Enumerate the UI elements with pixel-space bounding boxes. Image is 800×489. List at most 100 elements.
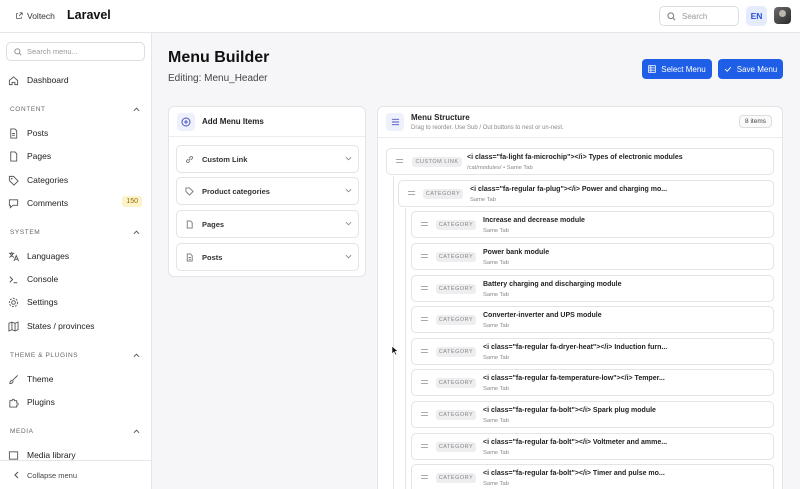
- sidebar-item-settings[interactable]: Settings: [8, 295, 146, 309]
- drag-handle-icon[interactable]: [421, 475, 428, 481]
- chevron-up-icon: [133, 107, 140, 112]
- user-avatar[interactable]: [774, 7, 791, 24]
- menu-node[interactable]: CATEGORY <i class="fa-regular fa-bolt"><…: [411, 464, 774, 489]
- save-menu-button[interactable]: Save Menu: [718, 59, 783, 79]
- nest-guide-level-1: [393, 176, 394, 489]
- menu-node[interactable]: CATEGORY Power bank module Same Tab: [411, 243, 774, 270]
- accordion-pages[interactable]: Pages: [176, 210, 359, 238]
- drag-handle-icon[interactable]: [421, 286, 428, 292]
- image-icon: [8, 450, 19, 461]
- drag-handle-icon[interactable]: [396, 159, 403, 165]
- sidebar-item-plugins[interactable]: Plugins: [8, 395, 146, 409]
- sidebar-item-label: Console: [27, 274, 59, 284]
- drag-handle-icon[interactable]: [421, 380, 428, 386]
- node-type-badge: CATEGORY: [436, 473, 476, 483]
- node-meta: Same Tab: [483, 450, 509, 456]
- language-button[interactable]: EN: [746, 6, 767, 26]
- node-label: <i class="fa-regular fa-temperature-low"…: [483, 375, 665, 382]
- search-icon: [14, 47, 22, 56]
- drag-handle-icon[interactable]: [421, 349, 428, 355]
- node-type-badge: CATEGORY: [436, 378, 476, 388]
- tag-icon: [8, 175, 19, 186]
- sidebar-item-label: States / provinces: [27, 321, 95, 331]
- menu-search-placeholder: Search menu...: [27, 47, 78, 56]
- sidebar-item-label: Comments: [27, 198, 69, 208]
- chevron-down-icon: [345, 188, 352, 193]
- menu-node[interactable]: CATEGORY <i class="fa-regular fa-bolt"><…: [411, 401, 774, 428]
- sidebar-item-states[interactable]: States / provinces: [8, 319, 146, 333]
- nest-guide-level-2: [405, 208, 406, 489]
- node-type-badge: CATEGORY: [436, 220, 476, 230]
- menu-node[interactable]: CATEGORY Battery charging and dischargin…: [411, 275, 774, 302]
- drag-handle-icon[interactable]: [421, 412, 428, 418]
- select-menu-button[interactable]: Select Menu: [642, 59, 712, 79]
- node-label: <i class="fa-regular fa-plug"></i> Power…: [470, 186, 668, 193]
- drag-handle-icon[interactable]: [421, 254, 428, 260]
- sidebar-item-categories[interactable]: Categories: [8, 173, 146, 187]
- menu-node[interactable]: CATEGORY Converter-inverter and UPS modu…: [411, 306, 774, 333]
- section-media-header[interactable]: MEDIA: [10, 428, 140, 435]
- sidebar-item-label: Theme: [27, 374, 54, 384]
- menu-search-input[interactable]: Search menu...: [6, 42, 145, 61]
- chevron-down-icon: [345, 254, 352, 259]
- collapse-label: Collapse menu: [27, 470, 78, 480]
- accordion-product-categories[interactable]: Product categories: [176, 177, 359, 205]
- node-type-badge: CATEGORY: [436, 252, 476, 262]
- chevron-up-icon: [133, 429, 140, 434]
- drag-handle-icon[interactable]: [421, 444, 428, 450]
- brush-icon: [8, 374, 19, 385]
- node-meta: Same Tab: [483, 481, 509, 487]
- node-label: Battery charging and discharging module: [483, 281, 622, 288]
- top-bar: Voltech Laravel Search EN: [0, 0, 800, 33]
- sidebar-item-posts[interactable]: Posts: [8, 126, 146, 140]
- menu-node[interactable]: CATEGORY <i class="fa-regular fa-bolt"><…: [411, 433, 774, 460]
- accordion-label: Product categories: [202, 186, 270, 196]
- section-label: SYSTEM: [10, 229, 41, 236]
- list-icon: [386, 113, 404, 131]
- node-meta: Same Tab: [483, 292, 509, 298]
- page-icon: [186, 219, 193, 229]
- plus-circle-icon: [177, 112, 195, 131]
- sidebar-item-pages[interactable]: Pages: [8, 149, 146, 163]
- item-count-badge: 8 items: [739, 115, 772, 128]
- node-type-badge: CATEGORY: [436, 410, 476, 420]
- site-link[interactable]: Voltech: [15, 11, 55, 21]
- chevron-down-icon: [345, 221, 352, 226]
- sidebar-item-theme[interactable]: Theme: [8, 372, 146, 386]
- map-icon: [8, 320, 19, 332]
- node-label: <i class="fa-regular fa-bolt"></i> Timer…: [483, 470, 665, 477]
- comments-count-badge: 150: [122, 196, 142, 207]
- drag-handle-icon[interactable]: [421, 317, 428, 323]
- brand-name: Voltech: [27, 11, 55, 21]
- section-system-header[interactable]: SYSTEM: [10, 229, 140, 236]
- sidebar-item-comments[interactable]: Comments 150: [8, 196, 146, 210]
- section-content-header[interactable]: CONTENT: [10, 106, 140, 113]
- external-link-icon: [16, 12, 23, 19]
- menu-node[interactable]: CUSTOM LINK <i class="fa-light fa-microc…: [386, 148, 774, 175]
- global-search-input[interactable]: Search: [659, 6, 739, 26]
- node-label: <i class="fa-light fa-microchip"></i> Ty…: [467, 154, 683, 161]
- menu-node[interactable]: CATEGORY Increase and decrease module Sa…: [411, 211, 774, 238]
- accordion-posts[interactable]: Posts: [176, 243, 359, 271]
- sidebar-item-languages[interactable]: Languages: [8, 249, 146, 263]
- section-theme-header[interactable]: THEME & PLUGINS: [10, 352, 140, 359]
- node-meta: Same Tab: [483, 323, 509, 329]
- node-meta: Same Tab: [470, 197, 496, 203]
- menu-node[interactable]: CATEGORY <i class="fa-regular fa-tempera…: [411, 369, 774, 396]
- drag-handle-icon[interactable]: [408, 191, 415, 197]
- sidebar-item-console[interactable]: Console: [8, 272, 146, 286]
- comment-icon: [8, 198, 19, 209]
- menu-node[interactable]: CATEGORY <i class="fa-regular fa-plug"><…: [398, 180, 774, 207]
- accordion-custom-link[interactable]: Custom Link: [176, 145, 359, 173]
- sidebar-item-label: Pages: [27, 151, 52, 161]
- node-label: Power bank module: [483, 249, 550, 256]
- sidebar-item-dashboard[interactable]: Dashboard: [8, 73, 146, 87]
- drag-handle-icon[interactable]: [421, 222, 428, 228]
- node-meta: /cat/modules/ • Same Tab: [467, 165, 533, 171]
- chevron-down-icon: [345, 156, 352, 161]
- mouse-cursor-icon: [391, 345, 399, 356]
- select-menu-label: Select Menu: [661, 64, 706, 74]
- collapse-menu-button[interactable]: Collapse menu: [0, 460, 152, 489]
- menu-node[interactable]: CATEGORY <i class="fa-regular fa-dryer-h…: [411, 338, 774, 365]
- sidebar-item-label: Posts: [27, 128, 49, 138]
